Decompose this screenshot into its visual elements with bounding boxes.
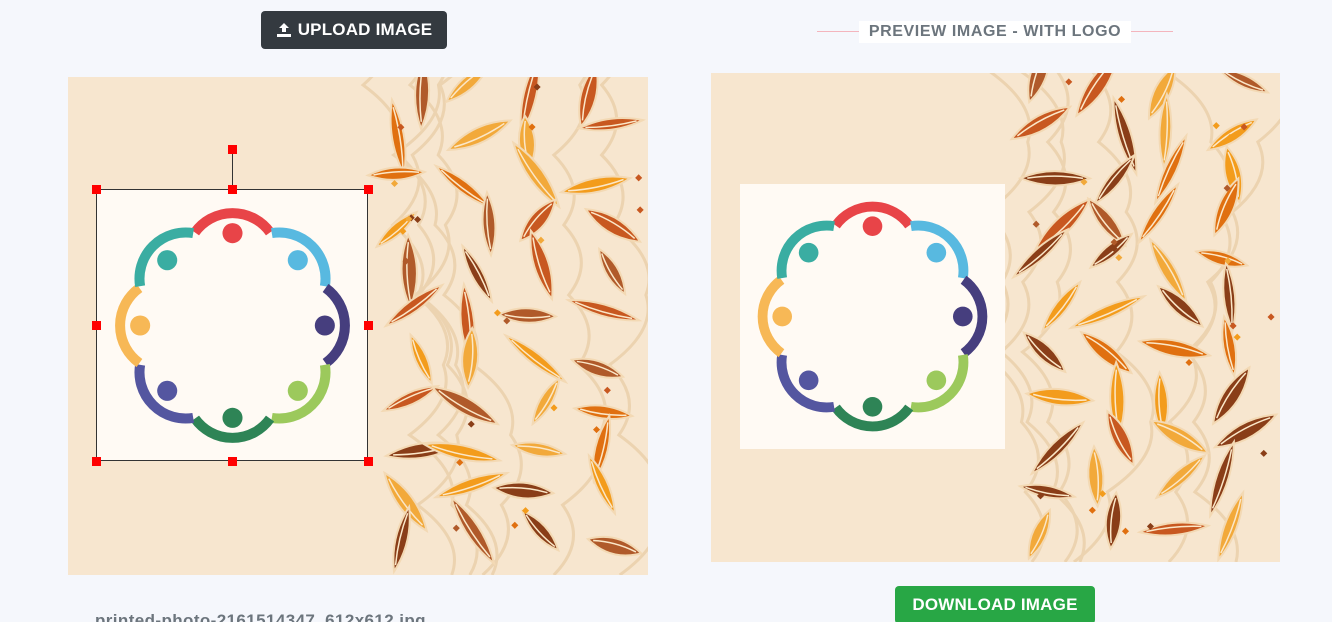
logo-figure-head (862, 216, 883, 237)
logo-figure-head (222, 223, 243, 244)
leaf (598, 246, 627, 297)
leaf (521, 509, 560, 553)
download-image-button[interactable]: DOWNLOAD IMAGE (895, 586, 1095, 622)
leaf (414, 77, 431, 132)
sparkle (1260, 449, 1268, 457)
leaf (531, 376, 561, 427)
leaf (1221, 313, 1238, 379)
sparkle (1088, 506, 1096, 514)
resize-handle-top-left[interactable] (92, 185, 101, 194)
leaf (1087, 444, 1105, 509)
sparkle (603, 386, 611, 394)
leaf (585, 535, 644, 557)
sparkle (467, 420, 475, 428)
leaf (571, 404, 635, 420)
logo-figure-head (926, 370, 947, 391)
logo-figure-head (157, 250, 178, 271)
logo-figure-head (862, 396, 883, 417)
resize-handle-bottom-left[interactable] (92, 457, 101, 466)
upload-icon (276, 23, 291, 37)
sparkle (635, 174, 643, 182)
vine (551, 77, 608, 575)
sparkle (636, 206, 644, 214)
sparkle (1267, 313, 1275, 321)
leaf (444, 77, 491, 104)
upload-image-button[interactable]: UPLOAD IMAGE (261, 11, 447, 49)
logo-overlay[interactable] (97, 190, 368, 461)
sparkle (1065, 78, 1073, 86)
preview-heading: PREVIEW IMAGE - WITH LOGO (817, 19, 1173, 45)
logo-figure-head (287, 250, 308, 271)
leaf (518, 198, 557, 243)
sparkle (390, 179, 399, 188)
leaf (511, 140, 561, 210)
sparkle (1121, 527, 1130, 535)
logo-figure-head (798, 242, 819, 263)
leaf (491, 481, 556, 500)
sparkle (1212, 122, 1220, 130)
sparkle (1185, 358, 1193, 367)
logo-figure-head (798, 370, 819, 391)
rotate-handle[interactable] (228, 145, 237, 154)
logo-image (757, 201, 988, 432)
resize-handle-top[interactable] (228, 185, 237, 194)
leaf (1017, 170, 1093, 187)
leaf (409, 332, 433, 386)
leaf (583, 207, 643, 243)
resize-handle-left[interactable] (92, 321, 101, 330)
file-name: printed-photo-2161514347_612x612.jpg (95, 611, 426, 622)
leaf (1017, 483, 1078, 500)
logo-figure-head (314, 315, 335, 336)
resize-handle-top-right[interactable] (364, 185, 373, 194)
logo-image (115, 208, 350, 443)
leaf (445, 119, 513, 152)
sparkle (511, 521, 519, 529)
logo-figure-head (157, 380, 178, 401)
resize-handle-bottom-right[interactable] (364, 457, 373, 466)
logo-figure-head (287, 380, 308, 401)
leaf (1024, 388, 1096, 407)
rotation-stem (232, 151, 233, 189)
editor-canvas[interactable] (68, 77, 648, 575)
leaf (1022, 330, 1067, 374)
preview-title: PREVIEW IMAGE - WITH LOGO (858, 21, 1132, 43)
leaf (564, 299, 643, 322)
logo-overlay (740, 184, 1005, 449)
leaf (1136, 521, 1212, 537)
sparkle (452, 524, 460, 532)
logo-figure-head (130, 315, 151, 336)
leaf (1211, 365, 1251, 426)
logo-figure-head (222, 407, 243, 428)
logo-figure-head (772, 306, 793, 327)
resize-handle-bottom[interactable] (228, 457, 237, 466)
logo-figure-head (952, 306, 973, 327)
preview-canvas (711, 73, 1280, 562)
resize-handle-right[interactable] (364, 321, 373, 330)
upload-button-label: UPLOAD IMAGE (297, 20, 433, 39)
logo-figure-head (926, 242, 947, 263)
sparkle (1117, 95, 1126, 103)
leaf (1104, 490, 1123, 551)
leaf (1216, 73, 1271, 94)
leaf (1067, 294, 1148, 330)
